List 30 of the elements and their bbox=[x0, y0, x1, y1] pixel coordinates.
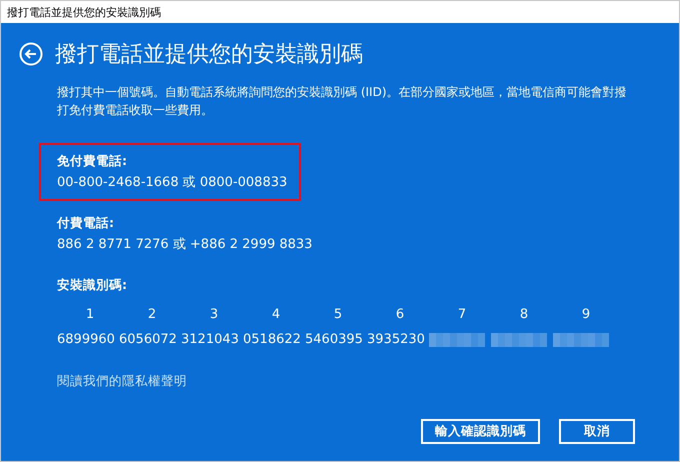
window-title: 撥打電話並提供您的安裝識別碼 bbox=[7, 4, 161, 20]
id-group: 6899960 bbox=[57, 332, 119, 347]
privacy-link[interactable]: 閱讀我們的隱私權聲明 bbox=[57, 373, 187, 390]
column-number: 6 bbox=[394, 307, 406, 322]
column-number: 5 bbox=[332, 307, 344, 322]
back-icon[interactable] bbox=[19, 42, 43, 66]
column-number: 9 bbox=[580, 307, 592, 322]
pixelated-value bbox=[553, 332, 609, 346]
column-number: 3 bbox=[208, 307, 220, 322]
id-group: 0518622 bbox=[243, 332, 305, 347]
id-group: 3935230 bbox=[367, 332, 429, 347]
phone-label: 付費電話: bbox=[57, 215, 115, 232]
page-heading: 撥打電話並提供您的安裝識別碼 bbox=[55, 41, 363, 69]
phone-numbers: 00-800-2468-1668 或 0800-008833 bbox=[57, 174, 288, 191]
pixelated-value bbox=[429, 332, 485, 346]
column-number: 4 bbox=[270, 307, 282, 322]
id-group: 3121043 bbox=[181, 332, 243, 347]
instructions-text: 撥打其中一個號碼。自動電話系統將詢問您的安裝識別碼 (IID)。在部分國家或地區，當地電信商可能會對撥打免付費電話收取一些費用。 bbox=[57, 84, 628, 119]
column-number: 8 bbox=[518, 307, 530, 322]
column-number: 2 bbox=[146, 307, 158, 322]
phone-numbers: 886 2 8771 7276 或 +886 2 2999 8833 bbox=[57, 236, 312, 253]
enter-confirmation-button[interactable]: 輸入確認識別碼 bbox=[421, 419, 540, 444]
id-group: 6056072 bbox=[119, 332, 181, 347]
installation-id-label: 安裝識別碼: bbox=[57, 277, 128, 294]
phone-label: 免付費電話: bbox=[57, 153, 128, 170]
column-number: 1 bbox=[84, 307, 96, 322]
pixelated-value bbox=[491, 332, 547, 346]
column-number: 7 bbox=[456, 307, 468, 322]
cancel-button[interactable]: 取消 bbox=[559, 419, 635, 444]
id-group: 5460395 bbox=[305, 332, 367, 347]
